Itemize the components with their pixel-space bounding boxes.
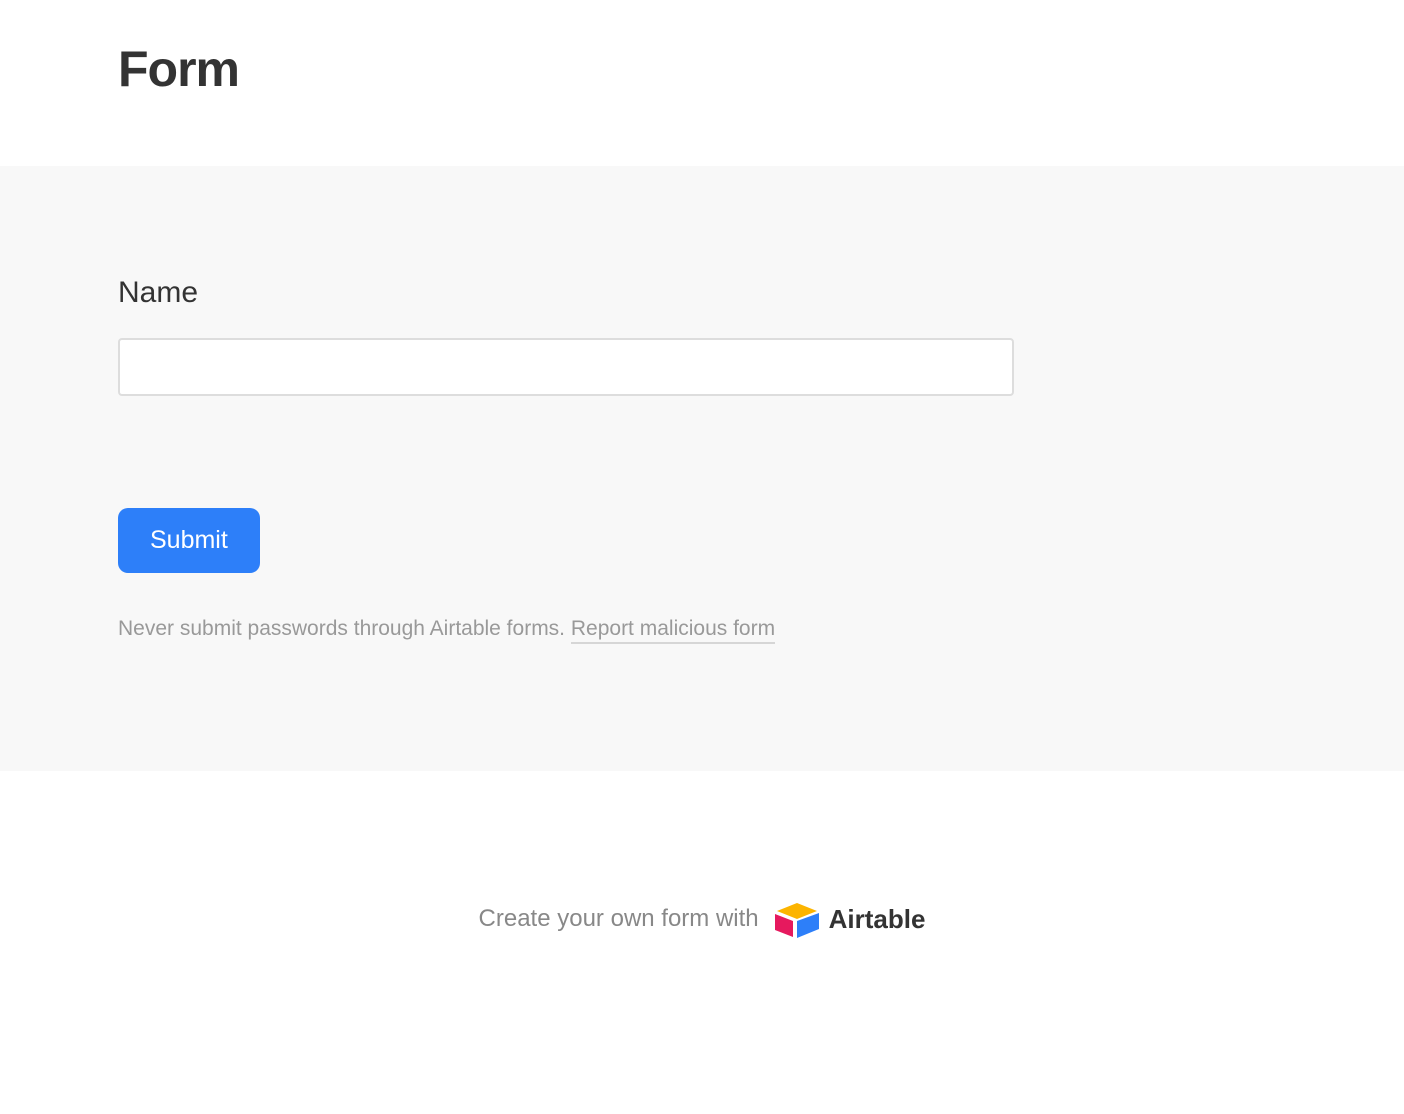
disclaimer-row: Never submit passwords through Airtable …: [118, 617, 1286, 641]
airtable-logo-link[interactable]: Airtable: [773, 899, 926, 939]
field-label-name: Name: [118, 276, 1286, 310]
header-section: Form: [0, 0, 1404, 166]
footer-cta-text: Create your own form with: [479, 905, 759, 933]
field-group-name: Name: [118, 276, 1286, 396]
airtable-wordmark: Airtable: [829, 904, 926, 935]
footer-content: Create your own form with Airtable: [479, 899, 926, 939]
disclaimer-text: Never submit passwords through Airtable …: [118, 617, 571, 640]
page-title: Form: [118, 40, 1286, 98]
footer-section: Create your own form with Airtable: [0, 771, 1404, 939]
report-malicious-link[interactable]: Report malicious form: [571, 617, 775, 644]
airtable-icon: [773, 899, 821, 939]
submit-button[interactable]: Submit: [118, 508, 260, 573]
name-input[interactable]: [118, 338, 1014, 396]
form-section: Name Submit Never submit passwords throu…: [0, 166, 1404, 771]
